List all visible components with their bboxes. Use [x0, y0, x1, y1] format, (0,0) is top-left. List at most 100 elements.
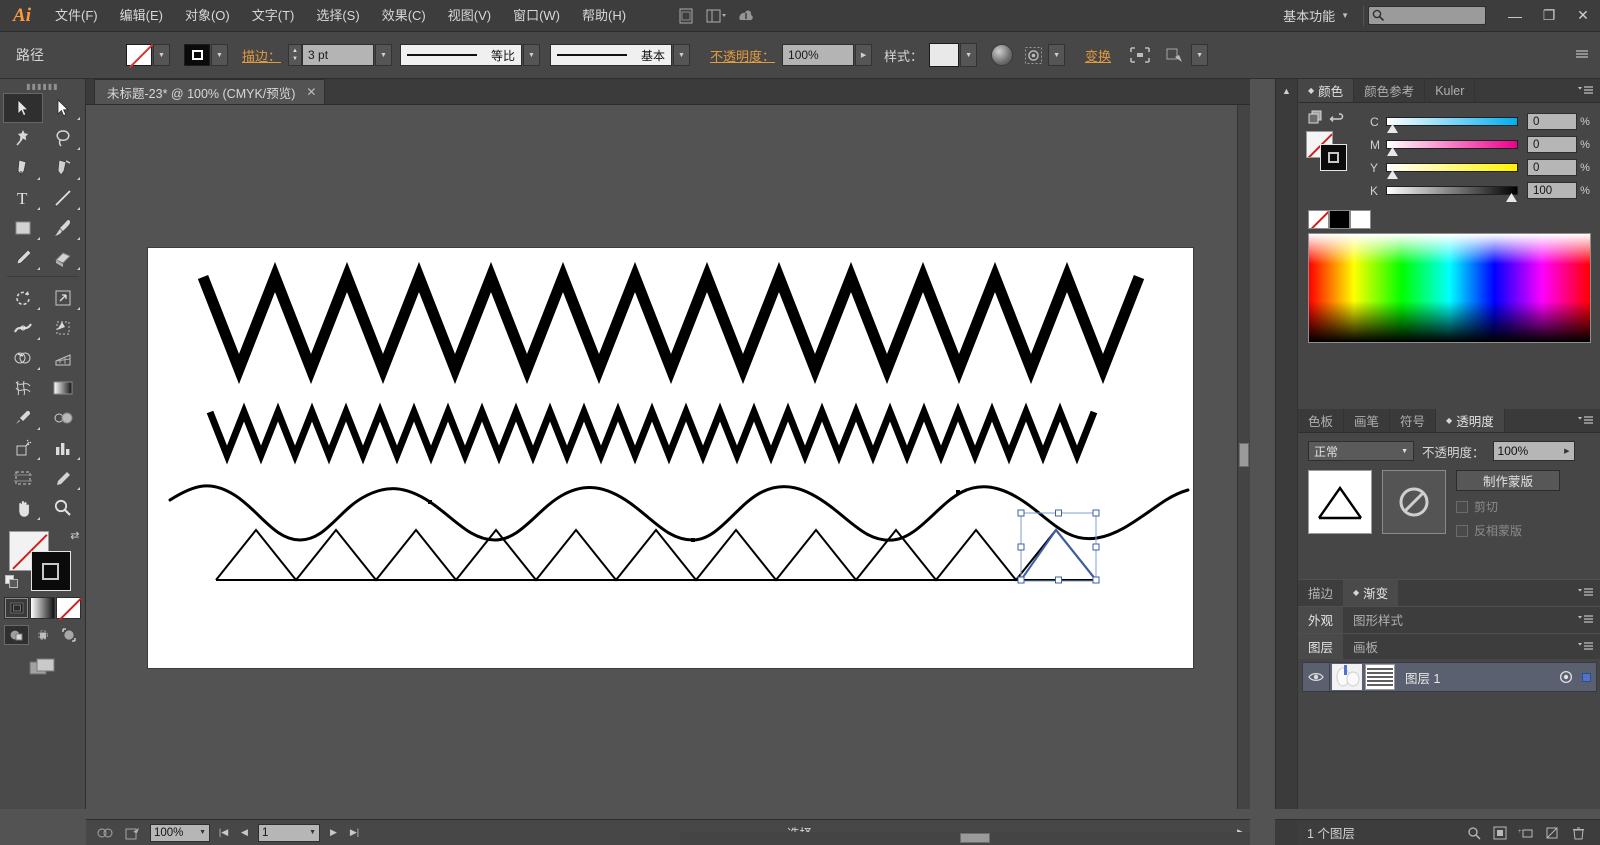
opacity-link[interactable]: 不透明度：	[710, 46, 775, 65]
symbol-sprayer-tool[interactable]	[3, 433, 43, 463]
fill-swatch[interactable]	[126, 44, 152, 66]
zoom-level-input[interactable]: 100% ▼	[150, 823, 210, 842]
share-on-behance-icon[interactable]	[122, 823, 144, 843]
ramp-swatch-white[interactable]	[1350, 210, 1371, 229]
ramp-swatch-black[interactable]	[1329, 210, 1350, 229]
fill-color-control[interactable]: ▼	[126, 44, 170, 66]
menu-object[interactable]: 对象(O)	[174, 0, 241, 32]
transparency-artwork-thumbnail[interactable]	[1308, 470, 1372, 534]
hand-tool[interactable]	[3, 493, 43, 523]
recolor-artwork-icon[interactable]	[1021, 44, 1045, 66]
last-artboard-icon[interactable]: ▶|	[347, 827, 362, 838]
artboard[interactable]	[148, 248, 1193, 668]
isolate-selected-icon[interactable]	[1164, 44, 1188, 66]
make-mask-button[interactable]: 制作蒙版	[1456, 470, 1560, 491]
gradient-mode-button[interactable]	[30, 597, 55, 619]
mesh-tool[interactable]	[3, 373, 43, 403]
canvas-area[interactable]	[86, 105, 1250, 809]
menu-effect[interactable]: 效果(C)	[371, 0, 437, 32]
draw-normal-button[interactable]	[4, 625, 29, 645]
tab-symbols[interactable]: 符号	[1390, 409, 1437, 432]
toolbar-stroke-swatch[interactable]	[30, 551, 71, 591]
profile-chevron-down-icon[interactable]: ▼	[523, 44, 541, 66]
canvas-vertical-scroll-thumb[interactable]	[1239, 443, 1249, 467]
tab-layers[interactable]: 图层	[1298, 633, 1344, 660]
locate-object-icon[interactable]	[1466, 824, 1482, 842]
minimize-button[interactable]: —	[1498, 0, 1532, 32]
transform-link[interactable]: 变换	[1085, 46, 1111, 65]
style-control[interactable]: ▼	[929, 43, 978, 67]
width-tool[interactable]	[3, 313, 43, 343]
none-mode-button[interactable]	[56, 597, 81, 619]
close-button[interactable]: ✕	[1566, 0, 1600, 32]
recolor-chevron-down-icon[interactable]: ▼	[1048, 44, 1066, 66]
default-fill-stroke-icon[interactable]	[4, 575, 19, 589]
stroke-weight-input[interactable]: 3 pt	[302, 44, 375, 66]
stroke-weight-control[interactable]: ▲ ▼ 3 pt ▼	[288, 44, 393, 66]
slider-value-c[interactable]: 0	[1527, 113, 1577, 130]
workspace-chevron-down-icon[interactable]: ▼	[1341, 11, 1359, 20]
opacity-chevron-right-icon[interactable]: ▶	[855, 44, 873, 66]
swap-colors-icon[interactable]	[1329, 110, 1344, 127]
device-preview-icon[interactable]	[94, 823, 116, 843]
tab-appearance[interactable]: 外观	[1298, 606, 1344, 633]
lasso-tool[interactable]	[43, 123, 83, 153]
rectangle-tool[interactable]	[3, 213, 43, 243]
pen-tool[interactable]	[3, 153, 43, 183]
rotate-tool[interactable]	[3, 283, 43, 313]
layer-name[interactable]: 图层 1	[1395, 668, 1556, 687]
tab-brushes[interactable]: 画笔	[1344, 409, 1391, 432]
layer-target-icon[interactable]	[1556, 670, 1576, 684]
blend-mode-select[interactable]: 正常 ▼	[1308, 441, 1414, 461]
layers-panel-menu-icon[interactable]	[1577, 641, 1600, 652]
menu-file[interactable]: 文件(F)	[44, 0, 109, 32]
menu-type[interactable]: 文字(T)	[241, 0, 306, 32]
restore-button[interactable]: ❐	[1532, 0, 1566, 32]
swap-fill-stroke-icon[interactable]: ⇄	[70, 529, 79, 542]
gradient-panel-menu-icon[interactable]	[1577, 587, 1600, 598]
artboard-tool[interactable]	[3, 463, 43, 493]
stroke-weight-stepper[interactable]: ▲ ▼	[288, 44, 303, 66]
slider-track-k[interactable]	[1386, 186, 1518, 202]
arrange-documents-icon[interactable]	[701, 0, 731, 32]
cloud-sync-icon[interactable]	[731, 0, 761, 32]
menu-select[interactable]: 选择(S)	[305, 0, 370, 32]
tools-panel-grip[interactable]: ▮▮▮▮▮▮	[0, 79, 85, 93]
zoom-tool[interactable]	[43, 493, 83, 523]
stroke-profile-select[interactable]: 等比	[400, 44, 523, 66]
slider-track-m[interactable]	[1386, 140, 1518, 156]
stroke-weight-chevron-down-icon[interactable]: ▼	[375, 44, 393, 66]
previous-artboard-icon[interactable]: ◀	[237, 827, 252, 838]
opacity-appearance-icon[interactable]	[991, 44, 1014, 66]
layer-visibility-eye-icon[interactable]	[1303, 671, 1329, 683]
document-tab[interactable]: 未标题-23* @ 100% (CMYK/预览) ✕	[94, 79, 326, 104]
ramp-swatch-none[interactable]	[1308, 210, 1329, 229]
first-artboard-icon[interactable]: |◀	[216, 827, 231, 838]
opacity-input[interactable]: 100%	[782, 44, 855, 66]
invert-mask-checkbox-row[interactable]: 反相蒙版	[1456, 522, 1591, 539]
brush-chevron-down-icon[interactable]: ▼	[673, 44, 691, 66]
line-segment-tool[interactable]	[43, 183, 83, 213]
direct-selection-tool[interactable]	[43, 93, 83, 123]
blend-tool[interactable]	[43, 403, 83, 433]
eyedropper-tool[interactable]	[3, 403, 43, 433]
transparency-opacity-input[interactable]: 100% ▶	[1492, 441, 1575, 461]
menu-view[interactable]: 视图(V)	[437, 0, 502, 32]
slider-value-y[interactable]: 0	[1527, 159, 1577, 176]
tab-gradient[interactable]: ◆ 渐变	[1343, 579, 1399, 606]
draw-inside-button[interactable]	[56, 625, 81, 645]
color-panel-stroke-swatch[interactable]	[1320, 144, 1347, 171]
canvas-horizontal-scroll-thumb[interactable]	[960, 833, 990, 843]
artboard-number-input[interactable]: 1 ▼	[258, 823, 320, 842]
collapse-panels-icon[interactable]: ▲	[1276, 86, 1297, 96]
make-clipping-mask-icon[interactable]	[1492, 824, 1508, 842]
tab-color[interactable]: ◆ 颜色	[1298, 79, 1355, 102]
control-bar-menu-icon[interactable]	[1574, 48, 1590, 63]
appearance-panel-menu-icon[interactable]	[1577, 614, 1600, 625]
tab-stroke[interactable]: 描边	[1298, 580, 1343, 606]
next-artboard-icon[interactable]: ▶	[326, 827, 341, 838]
transparency-panel-menu-icon[interactable]	[1577, 409, 1600, 432]
gradient-tool[interactable]	[43, 373, 83, 403]
menu-help[interactable]: 帮助(H)	[571, 0, 637, 32]
bridge-icon[interactable]	[671, 0, 701, 32]
